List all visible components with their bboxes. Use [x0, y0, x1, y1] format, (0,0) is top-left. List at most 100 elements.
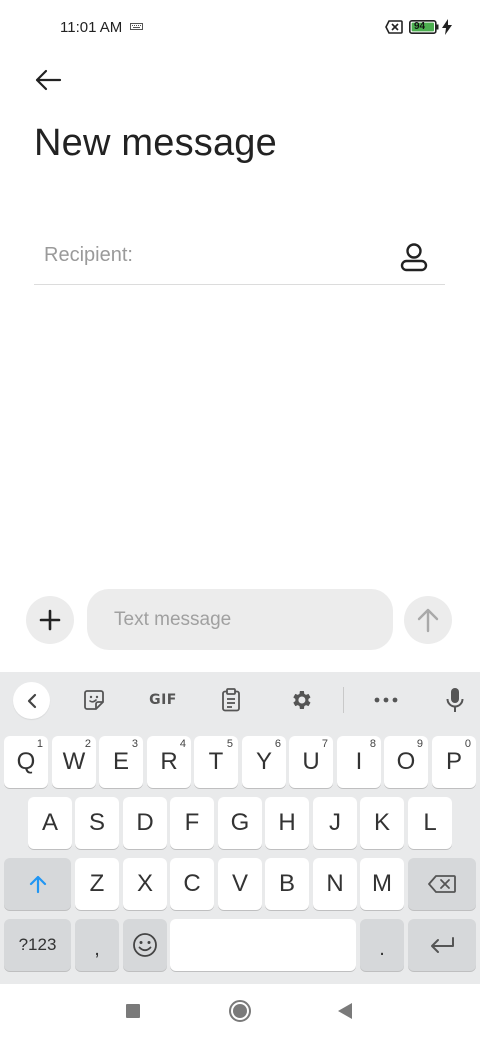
key-label: M: [372, 870, 392, 897]
toolbar-divider: [343, 687, 344, 713]
key-label: F: [184, 809, 200, 836]
key-m[interactable]: M: [360, 858, 404, 910]
key-p[interactable]: P0: [432, 736, 476, 788]
enter-key[interactable]: [408, 919, 476, 971]
gif-button[interactable]: GIF: [143, 682, 183, 718]
voice-input-button[interactable]: [437, 682, 473, 718]
keyboard: G I F Q 1 W 2 E 3 R 4 T 5 Y 6 U 7 I 8 O 9 …: [0, 672, 480, 984]
message-field: [87, 589, 393, 650]
key-label: .: [379, 937, 385, 960]
shift-key[interactable]: [4, 858, 71, 910]
key-label: ?123: [18, 935, 57, 954]
key-d[interactable]: D: [123, 797, 167, 849]
key-a[interactable]: A: [28, 797, 72, 849]
message-input[interactable]: [114, 609, 374, 631]
key-label: Z: [89, 870, 105, 897]
key-label: E: [112, 748, 129, 775]
status-bar: 11:01 AM 94: [0, 0, 480, 56]
key-label: X: [136, 870, 153, 897]
gear-icon: [293, 691, 311, 709]
key-g[interactable]: G: [218, 797, 262, 849]
emoji-key[interactable]: [123, 919, 167, 971]
key-u[interactable]: U7: [289, 736, 333, 788]
contact-picker-button[interactable]: [397, 240, 431, 274]
key-label: A: [41, 809, 58, 836]
key-label: W: [62, 748, 86, 775]
key-o[interactable]: O9: [384, 736, 428, 788]
navigation-bar: [0, 984, 480, 1040]
key-number-hint: 2: [84, 738, 91, 750]
key-number-hint: 3: [131, 738, 138, 750]
key-e[interactable]: E3: [99, 736, 143, 788]
back-triangle-icon[interactable]: [338, 1003, 352, 1019]
clipboard-button[interactable]: [213, 682, 249, 718]
send-button[interactable]: [404, 596, 452, 644]
key-number-hint: 1: [36, 738, 43, 750]
gif-label: GIF: [149, 692, 177, 708]
key-y[interactable]: Y6: [242, 736, 286, 788]
home-icon[interactable]: [229, 1000, 251, 1022]
key-n[interactable]: N: [313, 858, 357, 910]
space-key[interactable]: [170, 919, 356, 971]
key-b[interactable]: B: [265, 858, 309, 910]
period-key[interactable]: .: [360, 919, 404, 971]
key-number-hint: 9: [416, 738, 423, 750]
key-j[interactable]: J: [313, 797, 357, 849]
more-options-button[interactable]: [368, 682, 404, 718]
keyboard-toolbar: GIF: [0, 672, 480, 728]
clipboard-icon: [222, 688, 240, 712]
key-q[interactable]: Q1: [4, 736, 48, 788]
key-f[interactable]: F: [170, 797, 214, 849]
key-label: H: [278, 809, 296, 836]
key-label: C: [183, 870, 201, 897]
key-label: Y: [255, 748, 272, 775]
enter-icon: [431, 937, 454, 953]
key-label: P: [445, 748, 462, 775]
battery-icon: 94: [409, 20, 439, 34]
charging-bolt-icon: [442, 19, 452, 35]
key-k[interactable]: K: [360, 797, 404, 849]
key-c[interactable]: C: [170, 858, 214, 910]
key-r[interactable]: R4: [147, 736, 191, 788]
sticker-button[interactable]: [76, 682, 112, 718]
status-time: 11:01 AM: [60, 19, 123, 36]
key-h[interactable]: H: [265, 797, 309, 849]
key-number-hint: 5: [226, 738, 233, 750]
attach-button[interactable]: [26, 596, 74, 644]
key-w[interactable]: W2: [52, 736, 96, 788]
emoji-icon: [133, 933, 157, 957]
key-t[interactable]: T5: [194, 736, 238, 788]
key-x[interactable]: X: [123, 858, 167, 910]
comma-key[interactable]: ,: [75, 919, 119, 971]
key-label: K: [373, 809, 390, 836]
backspace-key[interactable]: [408, 858, 476, 910]
key-z[interactable]: Z: [75, 858, 119, 910]
arrow-left-icon: [35, 69, 62, 91]
key-l[interactable]: L: [408, 797, 452, 849]
back-button[interactable]: [30, 64, 66, 96]
key-label: R: [160, 748, 178, 775]
keyboard-settings-button[interactable]: [283, 682, 319, 718]
key-label: G: [230, 809, 250, 836]
backspace-icon: [428, 875, 456, 893]
shift-arrow-icon: [29, 875, 46, 894]
battery-level: 94: [414, 21, 426, 32]
page-title: New message: [34, 122, 277, 164]
recipient-input[interactable]: [44, 244, 364, 267]
key-label: U: [302, 748, 320, 775]
key-label: B: [278, 870, 295, 897]
more-horizontal-icon: [374, 697, 398, 703]
recipient-row: [34, 232, 445, 285]
symbols-key[interactable]: ?123: [4, 919, 71, 971]
keyboard-collapse-button[interactable]: [13, 682, 50, 719]
key-s[interactable]: S: [75, 797, 119, 849]
microphone-icon: [446, 688, 464, 712]
key-label: I: [355, 748, 363, 775]
key-label: ,: [94, 937, 100, 960]
key-v[interactable]: V: [218, 858, 262, 910]
key-i[interactable]: I8: [337, 736, 381, 788]
recent-apps-icon[interactable]: [126, 1004, 140, 1018]
sticker-icon: [84, 690, 104, 710]
key-number-hint: 7: [321, 738, 328, 750]
home-icon-inner: [233, 1004, 247, 1018]
